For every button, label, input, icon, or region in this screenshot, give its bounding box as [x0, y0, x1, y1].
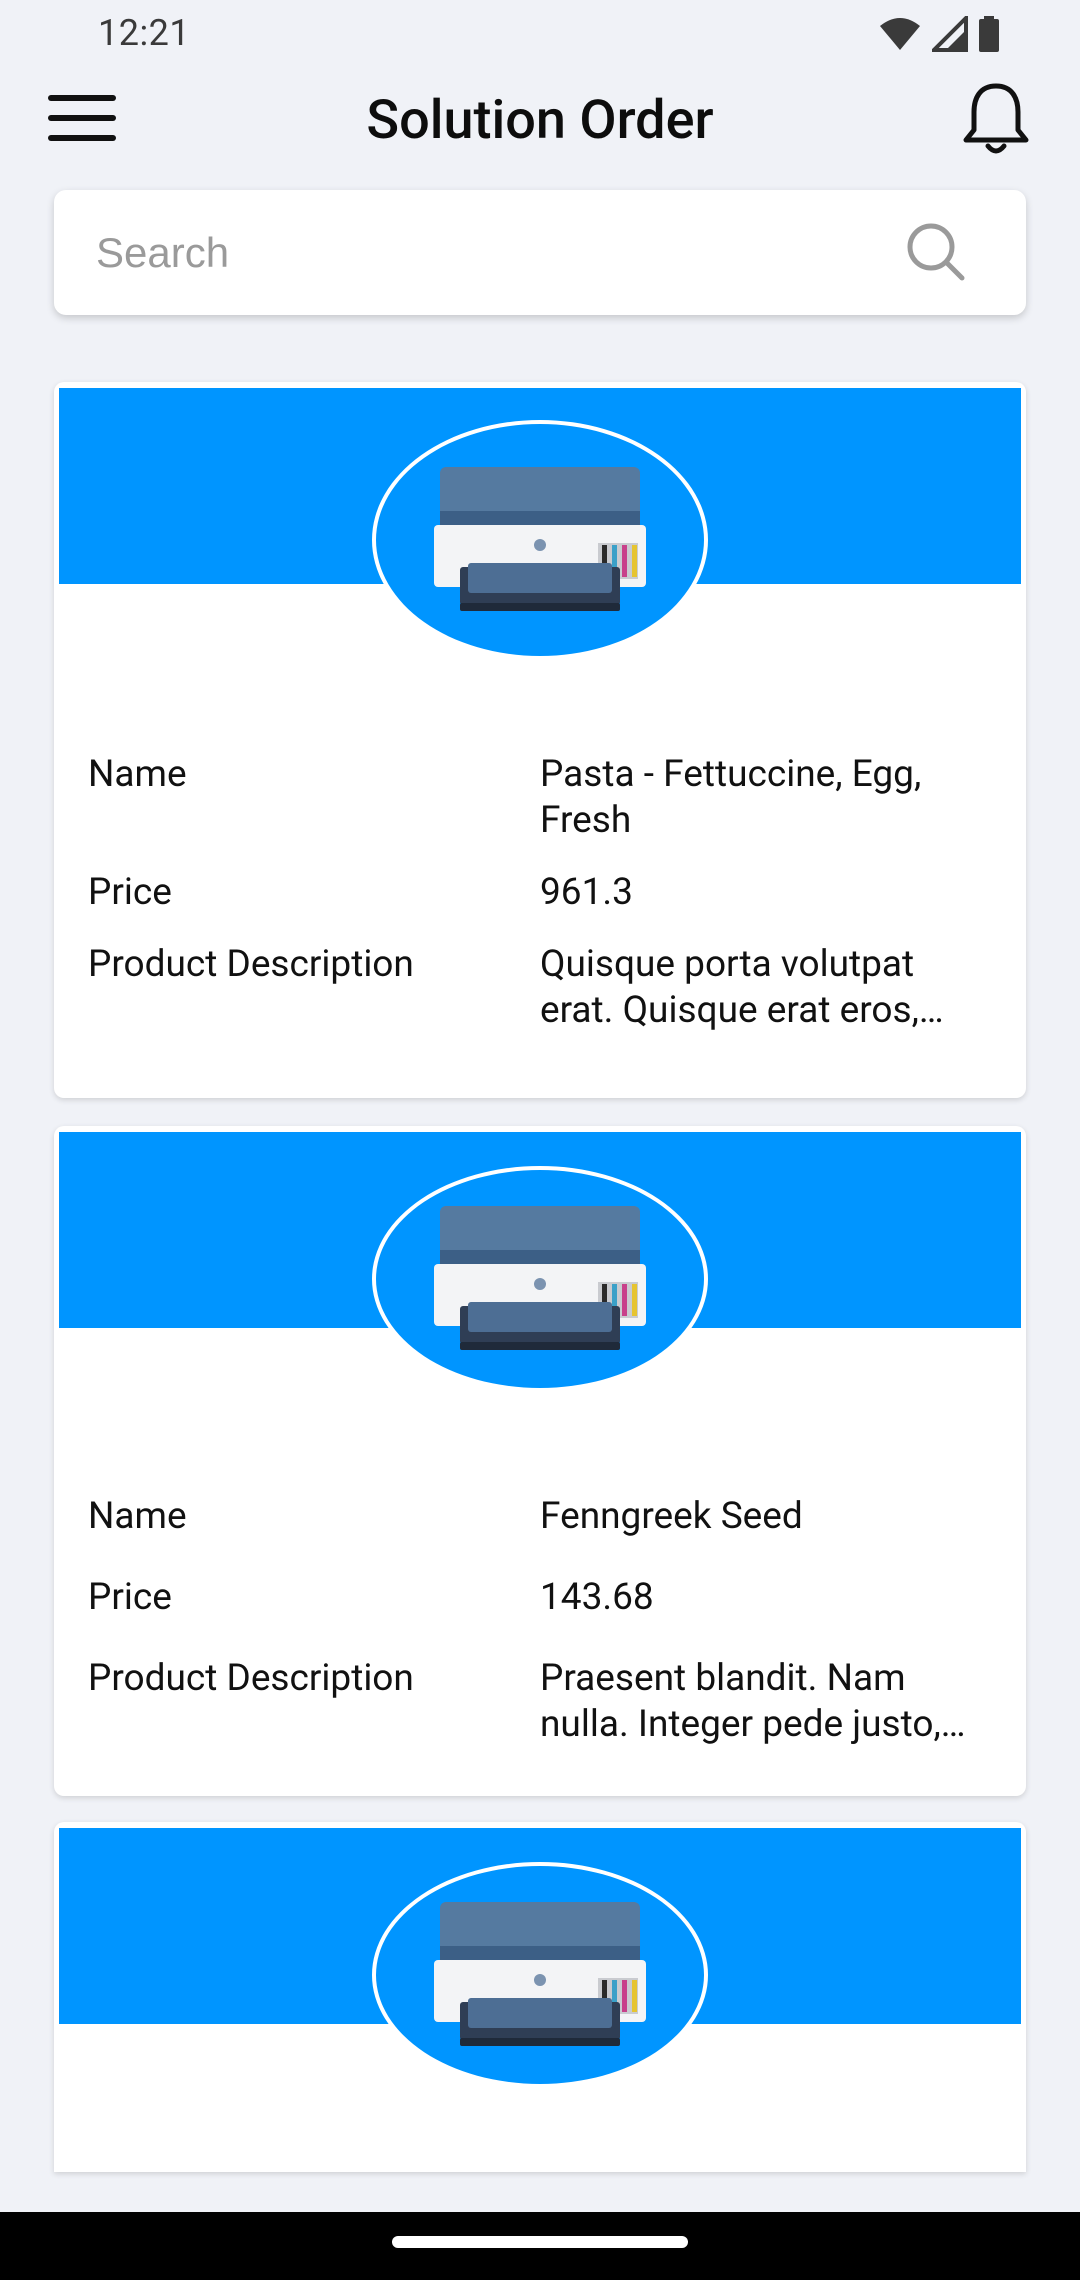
- product-image-circle: [372, 420, 708, 660]
- app-root: 12:21 Solution Order Search Name Pasta -…: [0, 0, 1080, 2280]
- product-details: Name Fenngreek Seed Price 143.68 Product…: [88, 1494, 996, 1774]
- name-value: Fenngreek Seed: [540, 1495, 803, 1538]
- name-row: Name Pasta - Fettuccine, Egg, Fresh: [88, 752, 996, 844]
- printer-image: [434, 1902, 646, 2046]
- wifi-icon: [880, 18, 920, 50]
- product-card[interactable]: [54, 1822, 1026, 2172]
- product-image-circle: [372, 1862, 708, 2088]
- name-value: Pasta - Fettuccine, Egg, Fresh: [540, 753, 922, 842]
- price-label: Price: [88, 1576, 172, 1619]
- product-details: Name Pasta - Fettuccine, Egg, Fresh Pric…: [88, 752, 996, 1060]
- description-value: Praesent blandit. Nam nulla. Integer ped…: [540, 1657, 941, 1746]
- bell-icon: [963, 83, 1029, 154]
- price-value: 143.68: [540, 1576, 654, 1619]
- system-navigation-bar: [0, 2212, 1080, 2280]
- price-label: Price: [88, 871, 172, 914]
- price-row: Price 961.3: [88, 870, 996, 916]
- status-bar: 12:21: [0, 0, 1080, 66]
- search-icon[interactable]: [906, 222, 966, 282]
- product-card[interactable]: Name Fenngreek Seed Price 143.68 Product…: [54, 1126, 1026, 1796]
- price-value: 961.3: [540, 871, 633, 914]
- name-label: Name: [88, 1495, 187, 1538]
- description-value: Quisque porta volutpat erat. Quisque era…: [540, 943, 919, 1032]
- signal-icon: [932, 16, 968, 52]
- page-title: Solution Order: [366, 89, 714, 152]
- product-image-circle: [372, 1166, 708, 1392]
- home-gesture-handle[interactable]: [392, 2236, 688, 2248]
- search-input[interactable]: [96, 190, 896, 315]
- description-label: Product Description: [88, 943, 414, 986]
- app-bar: Solution Order: [0, 66, 1080, 186]
- description-label: Product Description: [88, 1657, 414, 1700]
- search-box: [54, 190, 1026, 315]
- name-label: Name: [88, 753, 187, 796]
- description-row: Product Description Quisque porta volutp…: [88, 942, 996, 1034]
- status-time: 12:21: [98, 12, 191, 54]
- price-row: Price 143.68: [88, 1575, 996, 1621]
- notification-button[interactable]: [948, 70, 1044, 166]
- printer-image: [434, 467, 646, 611]
- status-icons: [878, 16, 1000, 52]
- name-row: Name Fenngreek Seed: [88, 1494, 996, 1540]
- description-row: Product Description Praesent blandit. Na…: [88, 1656, 996, 1748]
- battery-icon: [979, 16, 999, 52]
- printer-image: [434, 1206, 646, 1350]
- product-card[interactable]: Name Pasta - Fettuccine, Egg, Fresh Pric…: [54, 382, 1026, 1098]
